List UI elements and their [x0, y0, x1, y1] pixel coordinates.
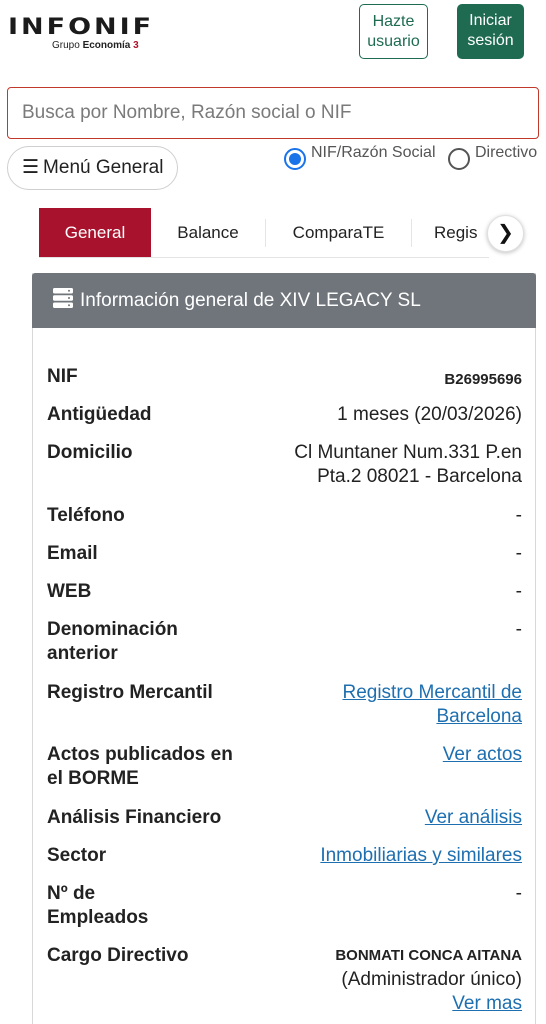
- row-label: Registro Mercantil: [47, 682, 213, 703]
- radio-selected-icon[interactable]: [284, 148, 306, 170]
- infonif-logo[interactable]: INFONIF Grupo Economía 3: [8, 14, 155, 56]
- main-menu-button[interactable]: ☰ Menú General: [7, 146, 178, 190]
- tab-registro[interactable]: Regis: [434, 208, 489, 257]
- tab-divider: [411, 219, 412, 247]
- tab-balance[interactable]: Balance: [151, 208, 265, 257]
- radio-directivo[interactable]: Directivo: [447, 144, 537, 170]
- row-label: Sector: [47, 845, 107, 866]
- tabs-next-chevron-icon[interactable]: ❯: [487, 215, 524, 252]
- info-row-borme: Actos publicados en el BORME Ver actos: [47, 743, 522, 793]
- row-value: 1 meses (20/03/2026): [337, 404, 522, 425]
- register-label-line1: Hazte: [372, 13, 415, 30]
- row-label-line1: Nº de: [47, 883, 96, 904]
- row-value: -: [515, 619, 522, 640]
- row-value: Cl Muntaner Num.331 P.en Pta.2 08021 - B…: [294, 441, 522, 489]
- radio-directivo-label: Directivo: [474, 144, 538, 161]
- row-label-line1: Denominación: [47, 619, 178, 640]
- radio-nif[interactable]: NIF/Razón Social: [284, 144, 436, 170]
- row-label: Email: [47, 543, 98, 564]
- registro-mercantil-link[interactable]: Registro Mercantil de Barcelona: [342, 681, 522, 729]
- info-row-denominacion: Denominación anterior -: [47, 618, 522, 668]
- row-label-line1: Actos publicados en: [47, 744, 233, 765]
- server-icon: [53, 288, 73, 308]
- row-label: NIF: [47, 366, 78, 387]
- address-line1: Cl Muntaner Num.331 P.en: [294, 442, 522, 463]
- search-input[interactable]: Busca por Nombre, Razón social o NIF: [7, 87, 539, 139]
- director-name: BONMATI CONCA AITANA: [335, 947, 522, 964]
- radio-unselected-icon[interactable]: [447, 148, 470, 170]
- row-value: -: [515, 543, 522, 564]
- link-line2: Barcelona: [436, 706, 522, 727]
- row-label: Denominación anterior: [47, 618, 257, 666]
- row-label-line2: el BORME: [47, 768, 139, 789]
- main-menu-label: Menú General: [43, 157, 164, 178]
- row-value: B26995696: [444, 371, 522, 388]
- tab-general[interactable]: General: [39, 208, 151, 257]
- section-tabs: General Balance ComparaTE Regis: [39, 208, 489, 258]
- row-value: BONMATI CONCA AITANA (Administrador únic…: [335, 944, 522, 1016]
- row-value: -: [515, 505, 522, 526]
- row-label: Cargo Directivo: [47, 945, 189, 966]
- link-line1: Registro Mercantil de: [342, 682, 522, 703]
- row-label-line2: Empleados: [47, 907, 149, 928]
- row-label-line2: anterior: [47, 643, 118, 664]
- row-label: Nº de Empleados: [47, 882, 257, 930]
- ver-mas-link[interactable]: Ver mas: [335, 992, 522, 1016]
- info-row-empleados: Nº de Empleados -: [47, 882, 522, 932]
- row-value: -: [515, 883, 522, 904]
- row-label: Domicilio: [47, 442, 133, 463]
- search-mode-radio-group: NIF/Razón Social Directivo: [284, 144, 537, 175]
- row-value: -: [515, 581, 522, 602]
- tab-comparate[interactable]: ComparaTE: [266, 208, 411, 257]
- info-row-cargo: Cargo Directivo BONMATI CONCA AITANA (Ad…: [47, 944, 522, 1019]
- sector-link[interactable]: Inmobiliarias y similares: [320, 844, 522, 868]
- director-role: (Administrador único): [341, 969, 522, 990]
- logo-subtitle: Grupo Economía 3: [52, 40, 139, 51]
- card-header: Información general de XIV LEGACY SL: [32, 273, 536, 328]
- login-label-line2: sesión: [467, 32, 514, 49]
- address-line2: Pta.2 08021 - Barcelona: [317, 466, 522, 487]
- row-label: Teléfono: [47, 505, 125, 526]
- row-label: Actos publicados en el BORME: [47, 743, 257, 791]
- info-row-registro: Registro Mercantil Registro Mercantil de…: [47, 681, 522, 731]
- card-title: Información general de XIV LEGACY SL: [80, 290, 421, 311]
- row-label: WEB: [47, 581, 92, 602]
- register-label-line2: usuario: [367, 33, 420, 50]
- row-label: Análisis Financiero: [47, 807, 222, 828]
- register-button[interactable]: Hazte usuario: [359, 4, 428, 59]
- login-label-line1: Iniciar: [469, 12, 512, 29]
- hamburger-icon: ☰: [22, 157, 40, 178]
- row-label: Antigüedad: [47, 404, 152, 425]
- login-button[interactable]: Iniciar sesión: [457, 4, 524, 59]
- ver-analisis-link[interactable]: Ver análisis: [425, 806, 522, 830]
- info-row-domicilio: Domicilio Cl Muntaner Num.331 P.en Pta.2…: [47, 441, 522, 491]
- logo-text: INFONIF: [8, 14, 155, 40]
- ver-actos-link[interactable]: Ver actos: [443, 743, 522, 767]
- radio-nif-label: NIF/Razón Social: [311, 144, 436, 161]
- site-header: INFONIF Grupo Economía 3 Hazte usuario I…: [0, 0, 546, 80]
